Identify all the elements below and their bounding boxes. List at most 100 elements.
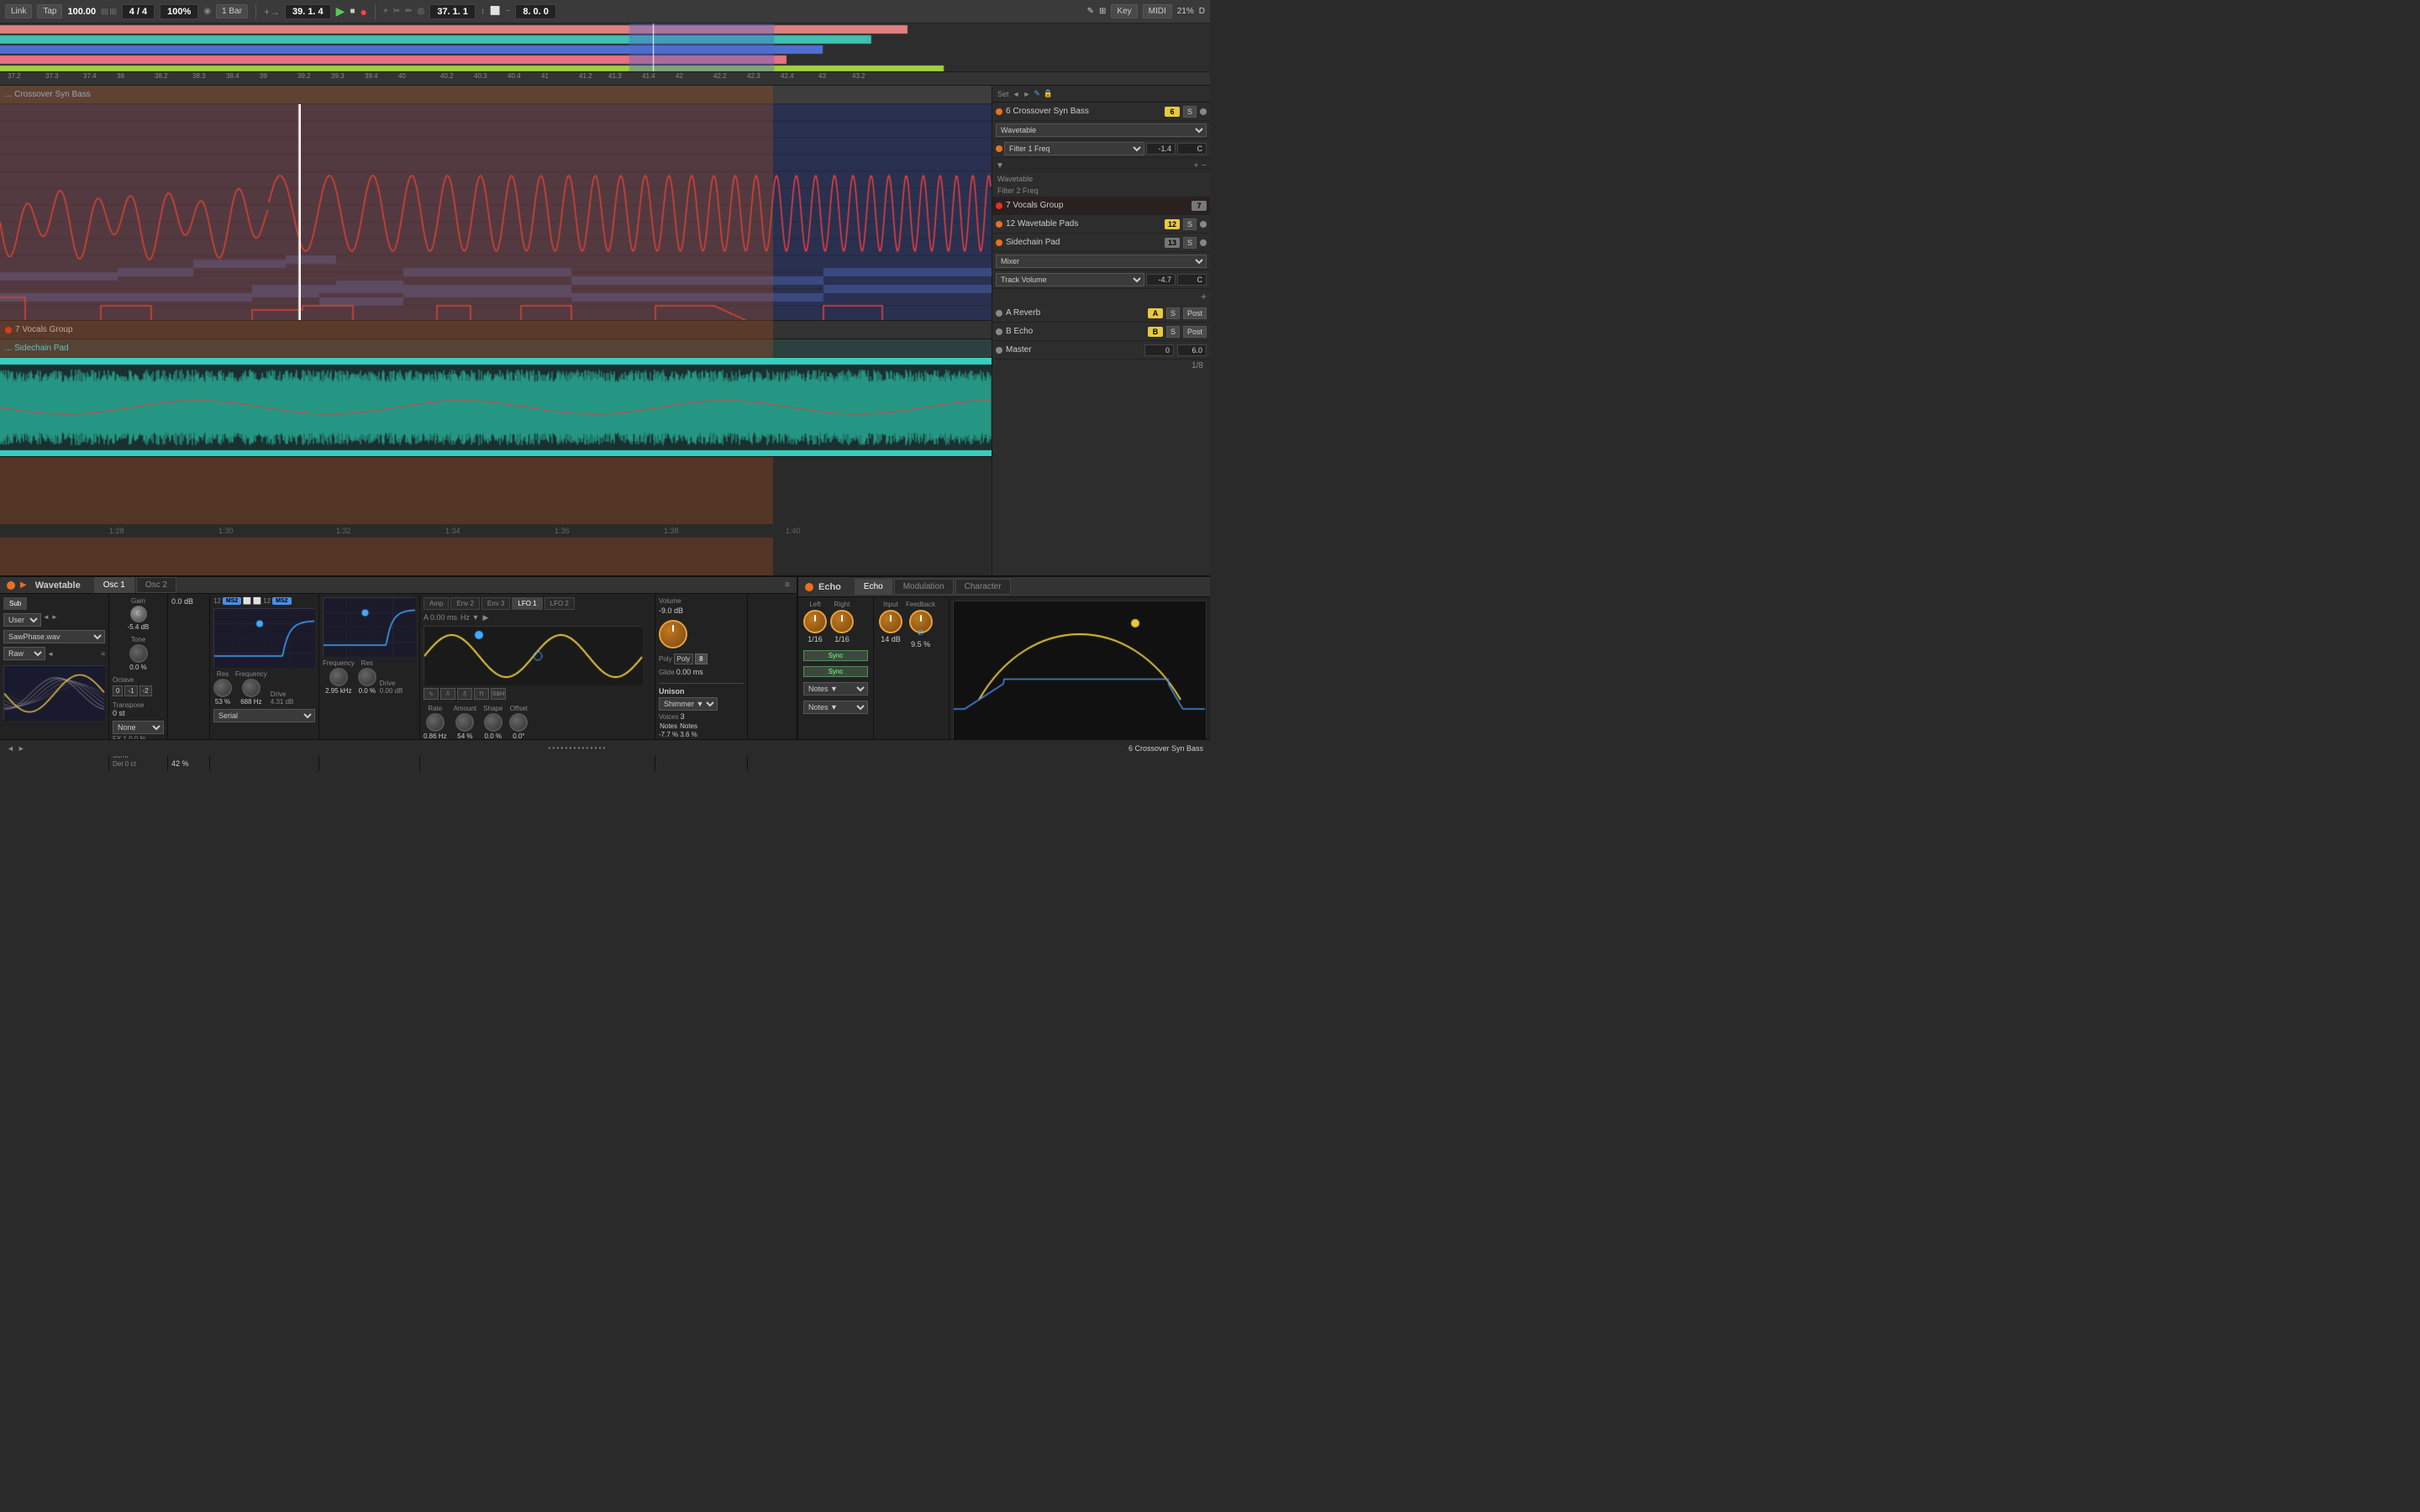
add-button[interactable]: +→ [264, 6, 280, 18]
echo-tab-btn[interactable]: Echo [855, 579, 892, 595]
lfo-tri-btn[interactable]: /\ [440, 688, 455, 700]
midi-button[interactable]: MIDI [1143, 4, 1172, 18]
nav-left[interactable]: ◄ [1013, 90, 1020, 98]
minus-btn[interactable]: − [1202, 161, 1207, 171]
plus-icon[interactable]: + [1201, 291, 1207, 302]
lfo2-tab[interactable]: LFO 2 [544, 597, 575, 610]
env2-tab[interactable]: Env 2 [450, 597, 479, 610]
wt-menu-icon[interactable]: ≡ [785, 580, 790, 590]
raw-select[interactable]: Raw [3, 647, 45, 660]
notes-left-label: Notes [660, 722, 677, 730]
status-prev[interactable]: ◄ [7, 744, 14, 753]
tone-value: 0.0 % [129, 664, 146, 671]
filter1-ms2-2: 12 [263, 597, 271, 605]
notes-r-select[interactable]: Notes ▼ [803, 701, 868, 714]
link-button[interactable]: Link [5, 4, 32, 18]
position-display[interactable]: 39. 1. 4 [285, 4, 331, 19]
ms2-badge1: MS2 [223, 597, 241, 605]
pencil-icon3[interactable]: ✎ [1034, 89, 1040, 98]
right-arrow-icon[interactable]: ► [51, 613, 58, 627]
s-button-reverb[interactable]: S [1166, 307, 1180, 319]
character-tab-btn[interactable]: Character [955, 579, 1011, 595]
sub-tab[interactable]: Sub [3, 597, 27, 610]
env3-tab[interactable]: Env 3 [481, 597, 510, 610]
status-next[interactable]: ► [18, 744, 25, 753]
loop-button[interactable]: 1 Bar [216, 4, 248, 18]
input-knob[interactable] [879, 610, 902, 633]
stop-button[interactable]: ■ [350, 7, 355, 16]
freq2-knob[interactable] [329, 668, 348, 686]
poly-btn[interactable]: Poly [674, 654, 694, 664]
amp-tab[interactable]: Amp [424, 597, 449, 610]
s-button-crossover[interactable]: S [1183, 106, 1197, 118]
osc1-tab[interactable]: Osc 1 [94, 577, 134, 593]
s-button-echo[interactable]: S [1166, 326, 1180, 338]
volume-knob[interactable] [659, 620, 687, 648]
octave-neg1[interactable]: -1 [124, 685, 137, 696]
post-button-reverb[interactable]: Post [1183, 307, 1207, 319]
crossover-active-led [1200, 108, 1207, 115]
lfo-offset-knob[interactable] [509, 713, 528, 732]
sync-left-btn[interactable]: Sync [803, 650, 868, 661]
user-select[interactable]: User [3, 613, 41, 627]
wtpads-led [996, 221, 1002, 228]
arrangement-overview[interactable] [0, 24, 1210, 72]
rp-filter2-label: Filter 2 Freq [992, 185, 1210, 197]
lfo-square-btn[interactable]: ⊓ [474, 688, 489, 700]
lfo-sample-btn[interactable]: S&H [491, 688, 506, 700]
freq2-value: 2.95 kHz [325, 687, 352, 695]
lfo-amount-container: Amount 54 % [454, 705, 477, 740]
wt-menu-icon2[interactable]: ≡ [101, 650, 105, 658]
wavetable-select[interactable]: Wavetable [996, 123, 1207, 137]
key-button[interactable]: Key [1111, 4, 1137, 18]
modulation-tab-btn[interactable]: Modulation [894, 579, 954, 595]
lfo-sine-btn[interactable]: ∿ [424, 688, 439, 700]
ruler-marks: 37.2 37.3 37.4 38 38.2 38.3 38.4 39 39.2… [3, 72, 1207, 85]
wt-left-icon[interactable]: ◄ [47, 650, 54, 658]
lock-icon[interactable]: 🔒 [1044, 89, 1053, 98]
sawphase-select[interactable]: SawPhase.wav [3, 630, 105, 643]
nav-right[interactable]: ► [1023, 90, 1030, 98]
octave-val[interactable]: 0 [113, 685, 123, 696]
lfo-shape-knob[interactable] [484, 713, 502, 732]
octave-neg2[interactable]: -2 [139, 685, 152, 696]
sidechain-pad-clip[interactable] [0, 358, 992, 457]
tone-knob[interactable] [129, 644, 148, 663]
osc2-tab[interactable]: Osc 2 [136, 577, 176, 593]
mixer-select[interactable]: Mixer [996, 255, 1207, 268]
master-val2: 6.0 [1177, 344, 1207, 356]
lfo-saw-btn[interactable]: /| [457, 688, 472, 700]
lfo-rate-knob[interactable] [426, 713, 445, 732]
sync-right-btn[interactable]: Sync [803, 666, 868, 677]
echo-left-knob[interactable] [803, 610, 827, 633]
post-button-echo[interactable]: Post [1183, 326, 1207, 338]
play-button[interactable]: ▶ [336, 4, 345, 18]
position-right[interactable]: 37. 1. 1 [429, 4, 476, 19]
loop-icon: + [383, 7, 388, 16]
s-button-sidechain[interactable]: S [1183, 237, 1197, 249]
gain-label: Gain [131, 597, 145, 605]
notes-l-select[interactable]: Notes ▼ [803, 682, 868, 696]
rp-vocals-row: 7 Vocals Group 7 [992, 197, 1210, 215]
res1-knob[interactable] [213, 679, 232, 697]
voice-count-btn[interactable]: 8 [695, 654, 707, 664]
serial-select[interactable]: Serial [213, 709, 315, 722]
record-button[interactable]: ● [360, 5, 367, 18]
freq1-knob[interactable] [242, 679, 260, 697]
track-volume-select[interactable]: Track Volume [996, 273, 1144, 286]
track-area[interactable]: ... Crossover Syn Bass 7 Vocals Group ..… [0, 86, 992, 575]
shimmer-select[interactable]: Shimmer ▼ [659, 697, 718, 711]
left-arrow-icon[interactable]: ◄ [43, 613, 50, 627]
res2-knob[interactable] [358, 668, 376, 686]
s-button-wtpads[interactable]: S [1183, 218, 1197, 230]
echo-lr-labels: Left 1/16 Right 1/16 [803, 601, 868, 643]
filter1-select[interactable]: Filter 1 Freq [1004, 142, 1144, 155]
lfo1-tab[interactable]: LFO 1 [512, 597, 542, 610]
tap-button[interactable]: Tap [37, 4, 62, 18]
none-select[interactable]: None [113, 721, 164, 734]
status-playback: ◄ ► [7, 744, 25, 753]
echo-right-knob[interactable] [830, 610, 854, 633]
down-arrow[interactable]: ▼ [996, 161, 1004, 171]
plus-btn[interactable]: + [1193, 161, 1198, 171]
lfo-amount-knob[interactable] [455, 713, 474, 732]
